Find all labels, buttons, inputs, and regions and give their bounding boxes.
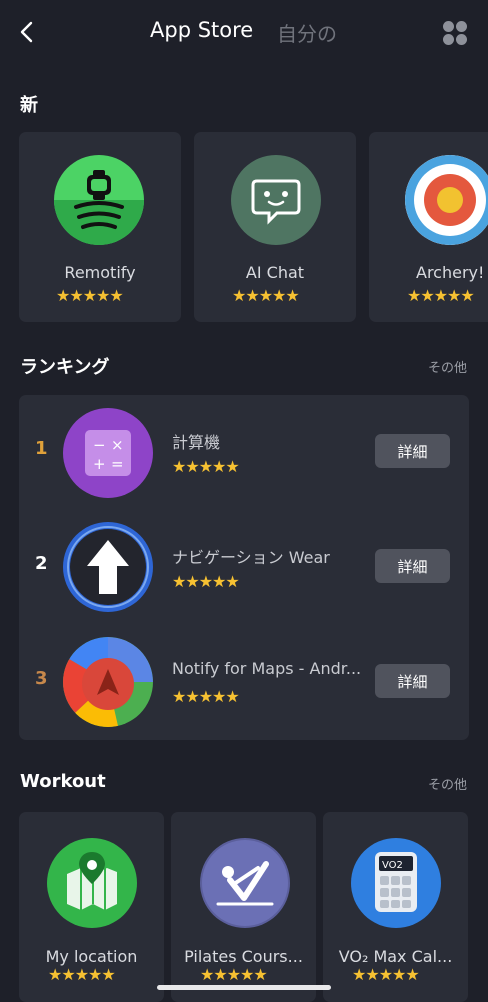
home-indicator[interactable] (157, 985, 331, 990)
rating-stars: ★★★★★ (56, 286, 124, 305)
tab-my-apps[interactable]: 自分の (277, 18, 337, 47)
more-link-ranking[interactable]: その他 (428, 357, 467, 376)
back-icon[interactable] (14, 18, 42, 46)
detail-button[interactable]: 詳細 (375, 549, 450, 583)
ranking-row-3[interactable]: 3 Notify for Maps - Andr... ★★★★★ 詳細 (19, 625, 469, 740)
ranking-row-2[interactable]: 2 ナビゲーション Wear ★★★★★ 詳細 (19, 510, 469, 625)
app-card-ai-chat[interactable]: AI Chat ★★★★★ (194, 132, 356, 322)
pilates-pose-icon (200, 838, 290, 928)
calculator-icon: − × + = (63, 408, 153, 498)
chat-bubble-icon (231, 155, 321, 245)
svg-text:VO2: VO2 (382, 860, 403, 871)
rating-stars: ★★★★★ (172, 687, 240, 706)
section-title-new: 新 (20, 95, 38, 116)
app-card-remotify[interactable]: Remotify ★★★★★ (19, 132, 181, 322)
svg-text:+: + (93, 455, 106, 473)
detail-button[interactable]: 詳細 (375, 434, 450, 468)
target-icon (405, 155, 488, 245)
app-card-pilates[interactable]: Pilates Cours... ★★★★★ (171, 812, 316, 1002)
rank-number: 3 (35, 668, 48, 689)
rating-stars: ★★★★★ (232, 286, 300, 305)
app-name: Pilates Cours... (184, 947, 303, 966)
detail-button[interactable]: 詳細 (375, 664, 450, 698)
app-card-archery[interactable]: Archery! ★★★★★ (369, 132, 488, 322)
app-card-my-location[interactable]: My location ★★★★★ (19, 812, 164, 1002)
rank-number: 2 (35, 553, 48, 574)
app-name: VO₂ Max Cal... (338, 947, 453, 966)
rating-stars: ★★★★★ (172, 572, 240, 591)
rating-stars: ★★★★★ (172, 457, 240, 476)
app-name: AI Chat (245, 263, 305, 282)
app-name: Notify for Maps - Andr... (172, 659, 362, 678)
svg-text:−: − (93, 436, 106, 454)
ranking-row-1[interactable]: 1 − × + = 計算機 ★★★★★ 詳細 (19, 395, 469, 510)
app-name: Archery! (416, 263, 485, 282)
app-name: 計算機 (172, 433, 221, 452)
maps-pointer-icon (63, 637, 153, 727)
map-pin-icon (47, 838, 137, 928)
app-name: My location (45, 947, 138, 966)
more-link-workout[interactable]: その他 (428, 774, 467, 793)
navigation-arrow-icon (63, 522, 153, 612)
svg-text:×: × (111, 436, 124, 454)
grid-menu-icon[interactable] (443, 21, 467, 45)
vo2-calculator-icon: VO2 (351, 838, 441, 928)
rating-stars: ★★★★★ (200, 965, 268, 984)
section-title-workout: Workout (20, 771, 106, 792)
rating-stars: ★★★★★ (352, 965, 420, 984)
tab-app-store[interactable]: App Store (150, 18, 253, 42)
rating-stars: ★★★★★ (407, 286, 475, 305)
svg-text:=: = (111, 455, 124, 473)
app-name: Remotify (64, 263, 136, 282)
app-card-vo2[interactable]: VO2 VO₂ Max Cal... ★★★★★ (323, 812, 468, 1002)
rank-number: 1 (35, 438, 48, 459)
section-title-ranking: ランキング (20, 357, 110, 378)
watch-music-icon (54, 155, 144, 245)
ranking-list: 1 − × + = 計算機 ★★★★★ 詳細 2 ナビゲーション Wear ★★… (19, 395, 469, 740)
header: App Store 自分の (0, 0, 488, 64)
rating-stars: ★★★★★ (48, 965, 116, 984)
app-name: ナビゲーション Wear (172, 548, 330, 567)
